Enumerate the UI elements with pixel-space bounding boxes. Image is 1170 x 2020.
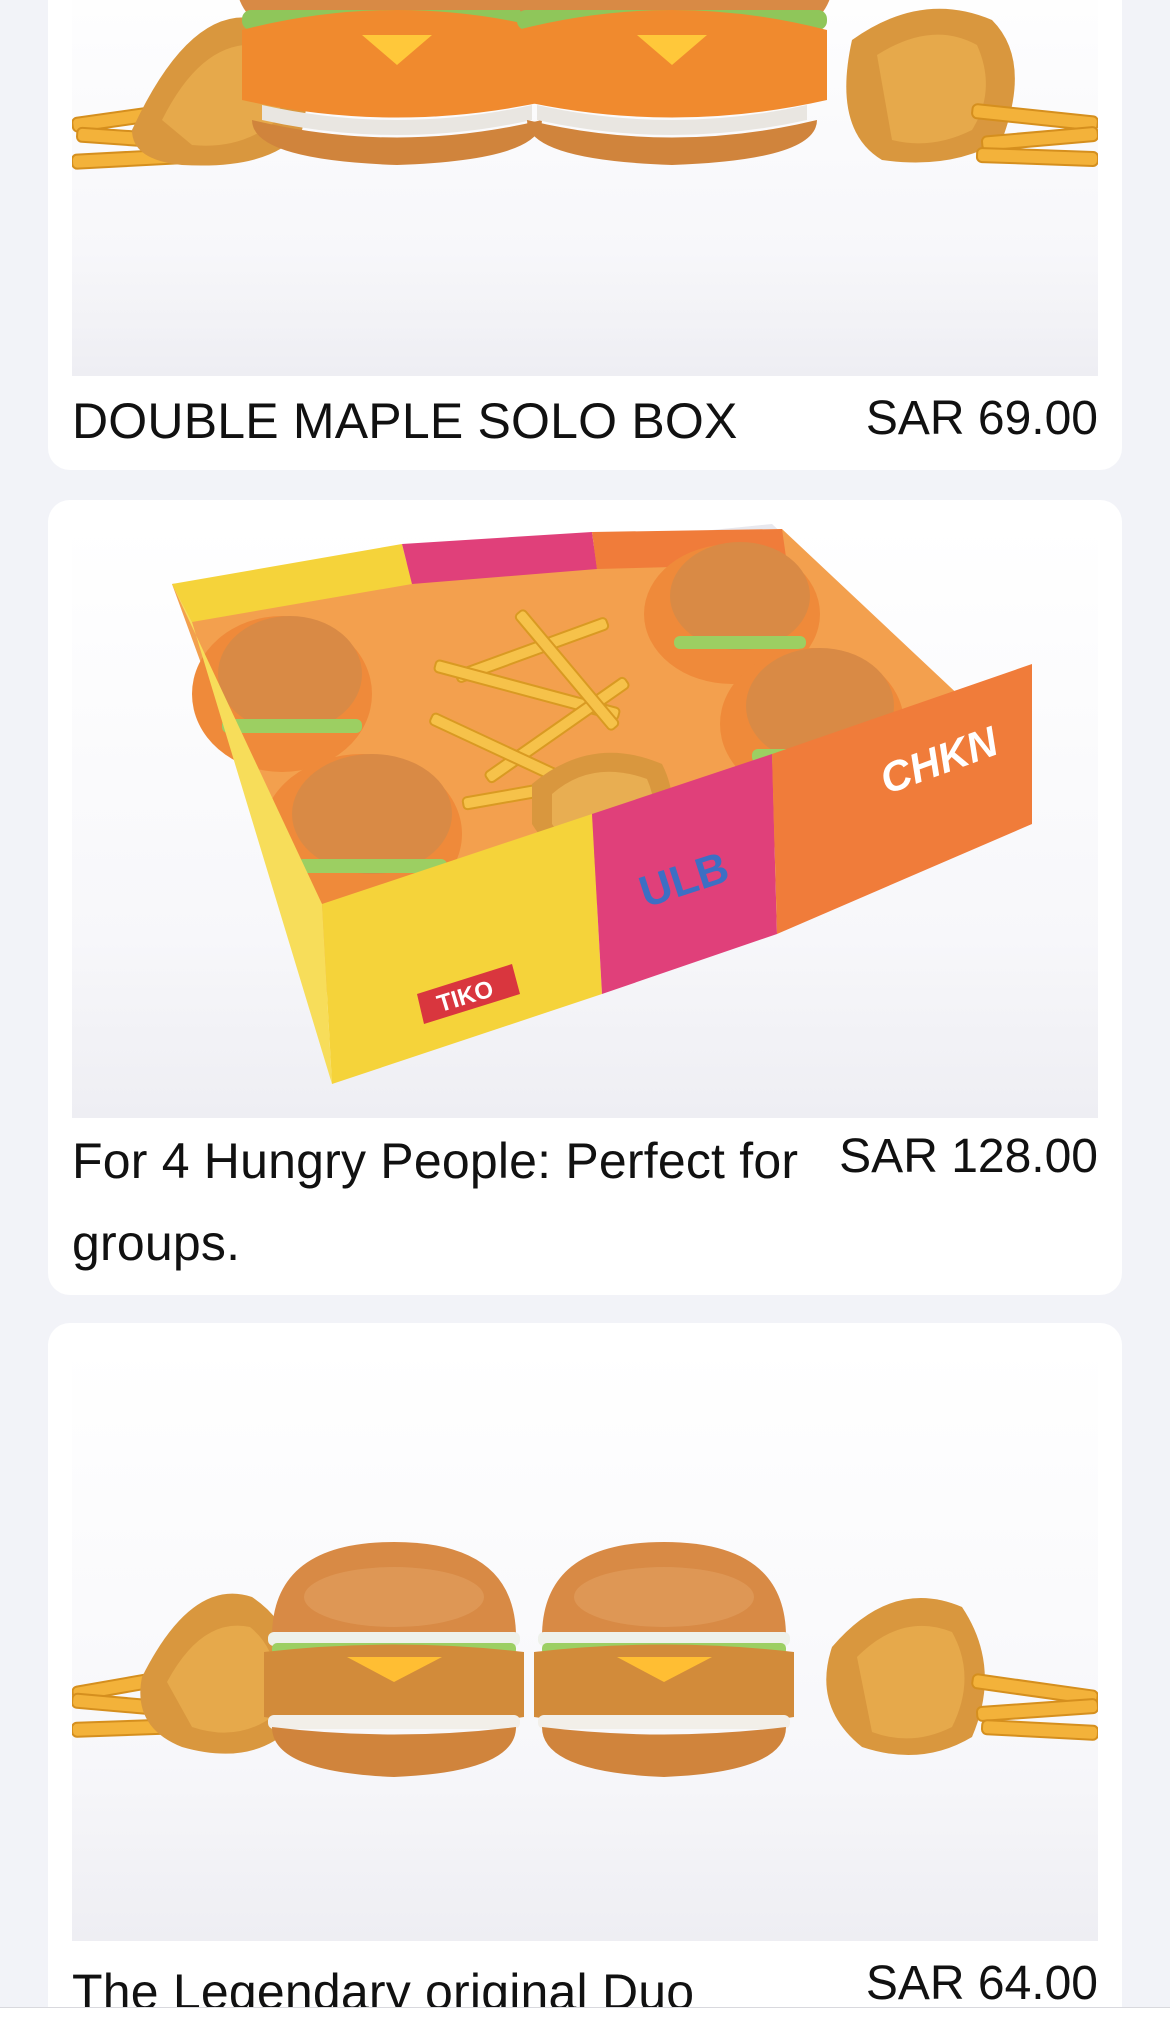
item-name: The Legendary original Duo <box>72 1964 695 2008</box>
item-price: SAR 128.00 <box>839 1130 1098 1183</box>
item-photo <box>72 1347 1098 1941</box>
item-photo: TIKO ULB CHKN <box>72 524 1098 1118</box>
item-name: DOUBLE MAPLE SOLO BOX <box>72 393 738 449</box>
menu-item-card[interactable]: The Legendary original Duo SAR 64.00 <box>48 1323 1122 2008</box>
menu-item-card[interactable]: TIKO ULB CHKN For 4 Hungry People: Perfe… <box>48 500 1122 1295</box>
menu-feed[interactable]: DOUBLE MAPLE SOLO BOX SAR 69.00 TIKO ULB… <box>0 0 1170 2008</box>
item-photo <box>72 0 1098 376</box>
item-name: For 4 Hungry People: Perfect for groups. <box>72 1133 799 1271</box>
item-price: SAR 69.00 <box>865 392 1098 445</box>
bottom-bar <box>0 2007 1170 2020</box>
item-price: SAR 64.00 <box>865 1957 1098 2008</box>
menu-item-card[interactable]: DOUBLE MAPLE SOLO BOX SAR 69.00 <box>48 0 1122 470</box>
